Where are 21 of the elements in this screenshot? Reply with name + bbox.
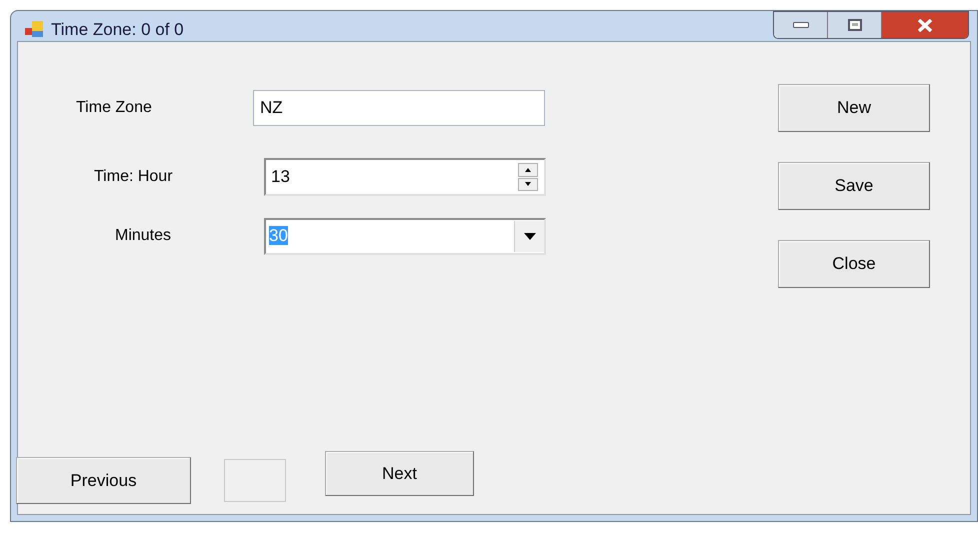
close-icon xyxy=(917,18,933,32)
maximize-button[interactable] xyxy=(828,12,882,38)
window-title: Time Zone: 0 of 0 xyxy=(51,19,184,41)
minimize-icon xyxy=(792,22,808,28)
action-button[interactable]: Save xyxy=(778,162,930,210)
field-label: Time: Hour xyxy=(94,167,173,187)
action-button[interactable]: Close xyxy=(778,240,930,288)
hour-spinner[interactable]: 13 xyxy=(264,158,546,196)
close-button[interactable] xyxy=(882,12,968,38)
minimize-button[interactable] xyxy=(774,12,828,38)
spin-down-icon[interactable] xyxy=(518,178,538,191)
record-box xyxy=(224,459,286,502)
maximize-icon xyxy=(848,19,862,31)
action-button[interactable]: New xyxy=(778,84,930,132)
field-label: Minutes xyxy=(115,226,172,246)
time-zone-field[interactable]: NZ xyxy=(253,90,545,126)
next-button[interactable]: Next xyxy=(325,451,474,496)
app-icon xyxy=(25,21,43,38)
field-label: Time Zone xyxy=(76,98,152,118)
previous-button[interactable]: Previous xyxy=(16,457,191,504)
spin-up-icon[interactable] xyxy=(518,163,538,176)
